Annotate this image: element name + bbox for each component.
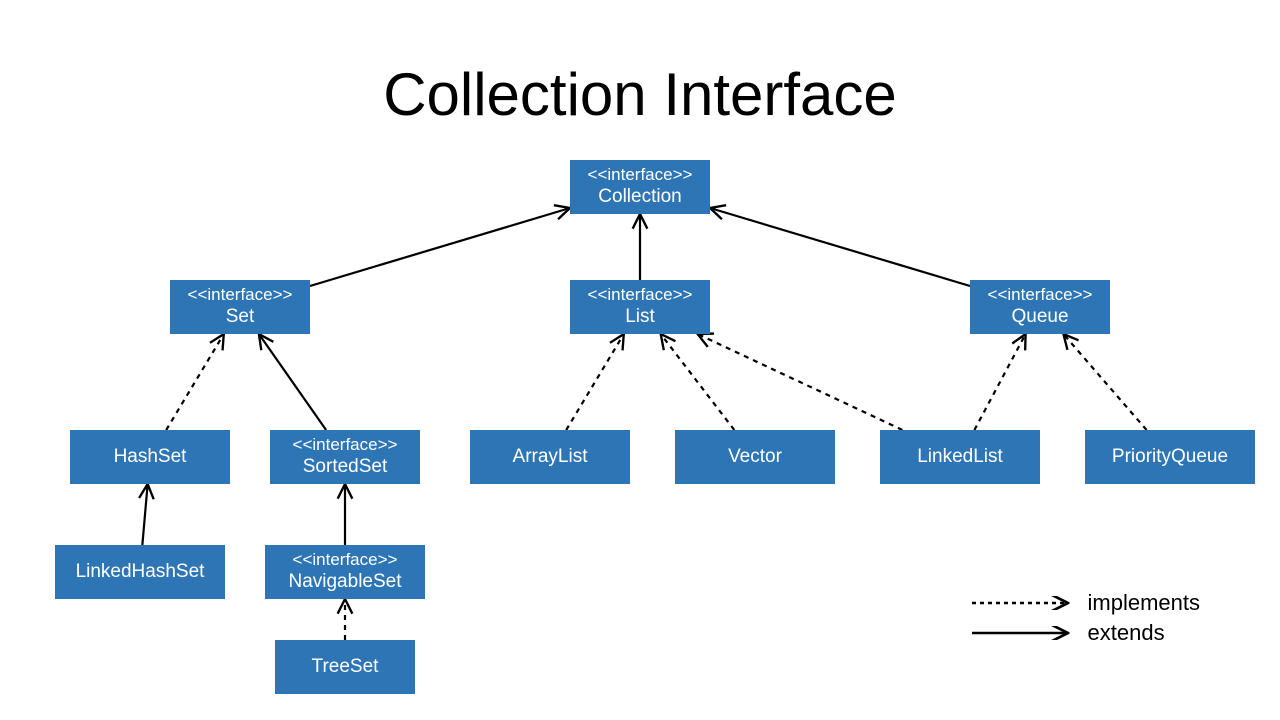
legend: implements extends	[972, 586, 1200, 650]
legend-implements-line	[972, 596, 1072, 610]
node-list-stereotype: <<interface>>	[588, 285, 693, 305]
node-queue: <<interface>>Queue	[970, 280, 1110, 334]
node-collection: <<interface>>Collection	[570, 160, 710, 214]
edge-linkedhashset-to-hashset	[142, 484, 147, 545]
node-list: <<interface>>List	[570, 280, 710, 334]
edge-sortedset-to-set	[259, 334, 326, 430]
node-treeset-label: TreeSet	[312, 656, 379, 679]
node-collection-label: Collection	[598, 186, 681, 209]
legend-extends-line	[972, 626, 1072, 640]
node-queue-label: Queue	[1011, 306, 1068, 329]
edge-set-to-collection	[310, 208, 570, 286]
node-vector-label: Vector	[728, 446, 782, 469]
edge-vector-to-list	[661, 334, 735, 430]
node-linkedhashset: LinkedHashSet	[55, 545, 225, 599]
node-sortedset: <<interface>>SortedSet	[270, 430, 420, 484]
node-set: <<interface>>Set	[170, 280, 310, 334]
edge-arraylist-to-list	[566, 334, 624, 430]
node-priorityqueue-label: PriorityQueue	[1112, 446, 1228, 469]
node-queue-stereotype: <<interface>>	[988, 285, 1093, 305]
node-navigableset-stereotype: <<interface>>	[293, 550, 398, 570]
legend-extends-label: extends	[1088, 620, 1165, 646]
node-navigableset: <<interface>>NavigableSet	[265, 545, 425, 599]
node-arraylist: ArrayList	[470, 430, 630, 484]
node-collection-stereotype: <<interface>>	[588, 165, 693, 185]
edge-hashset-to-set	[166, 334, 224, 430]
node-treeset: TreeSet	[275, 640, 415, 694]
node-priorityqueue: PriorityQueue	[1085, 430, 1255, 484]
edge-linkedlist-to-list	[698, 334, 903, 430]
node-arraylist-label: ArrayList	[513, 446, 588, 469]
node-set-label: Set	[226, 306, 255, 329]
node-linkedlist-label: LinkedList	[917, 446, 1003, 469]
node-sortedset-stereotype: <<interface>>	[293, 435, 398, 455]
node-hashset: HashSet	[70, 430, 230, 484]
node-linkedhashset-label: LinkedHashSet	[76, 561, 205, 584]
node-hashset-label: HashSet	[114, 446, 187, 469]
node-vector: Vector	[675, 430, 835, 484]
node-linkedlist: LinkedList	[880, 430, 1040, 484]
legend-extends-row: extends	[972, 620, 1200, 646]
node-list-label: List	[625, 306, 655, 329]
edge-priorityqueue-to-queue	[1063, 334, 1146, 430]
legend-implements-row: implements	[972, 590, 1200, 616]
node-sortedset-label: SortedSet	[303, 456, 388, 479]
edge-linkedlist-to-queue	[974, 334, 1025, 430]
node-set-stereotype: <<interface>>	[188, 285, 293, 305]
node-navigableset-label: NavigableSet	[288, 571, 401, 594]
edge-queue-to-collection	[710, 208, 970, 286]
page-title: Collection Interface	[0, 60, 1280, 129]
legend-implements-label: implements	[1088, 590, 1200, 616]
